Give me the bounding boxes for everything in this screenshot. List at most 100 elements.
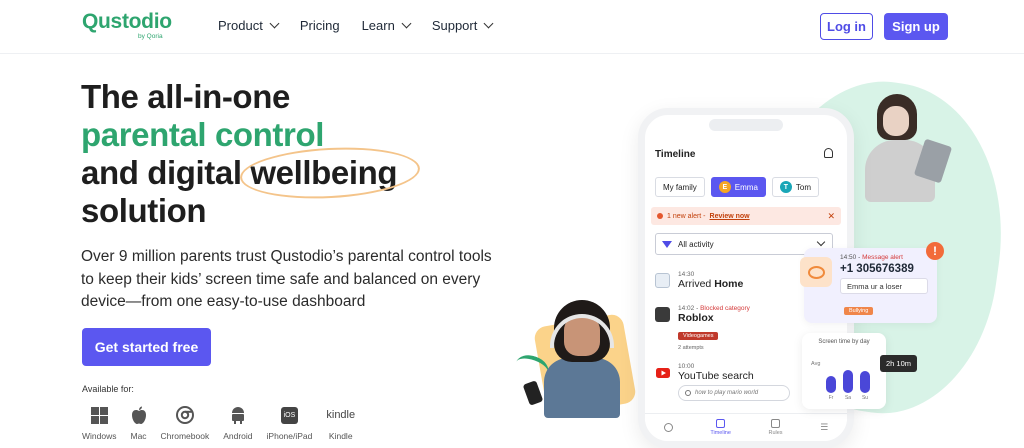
chip-label: Emma — [734, 182, 758, 192]
nav-item-label: Product — [218, 18, 263, 33]
tab-label: Rules — [768, 430, 783, 436]
avatar: E — [718, 181, 731, 193]
timeline-event[interactable]: 10:00 YouTube search how to play mario w… — [655, 363, 790, 401]
message-time-value: 14:50 — [840, 254, 857, 261]
android-icon — [230, 404, 246, 426]
alert-text: 1 new alert - — [667, 212, 706, 220]
event-time: 14:02 - Blocked category — [678, 305, 750, 312]
search-icon — [685, 390, 691, 396]
wellbeing-highlight: wellbeing — [239, 143, 422, 203]
kindle-wordmark: kindle — [326, 409, 356, 421]
event-content: 14:30 Arrived Home — [678, 271, 743, 290]
chevron-down-icon — [816, 237, 826, 247]
event-name: Roblox — [678, 312, 750, 324]
chip-emma[interactable]: E Emma — [710, 177, 766, 197]
event-time-value: 14:02 — [678, 305, 695, 312]
nav-item-pricing[interactable]: Pricing — [300, 18, 340, 33]
platform-label: Chromebook — [160, 431, 210, 441]
platform-label: iPhone/iPad — [266, 431, 313, 441]
hero-headline: The all-in-one parental control and digi… — [81, 78, 422, 230]
tab-rules[interactable]: Rules — [769, 419, 783, 436]
platform-android[interactable]: Android — [223, 404, 253, 441]
screen-time-card: Screen time by day Avg Fr Sa Su — [802, 333, 886, 409]
qustodio-logo[interactable]: Qustodio by Qoria — [82, 10, 172, 40]
platform-kindle[interactable]: kindle Kindle — [326, 404, 355, 441]
platform-chromebook[interactable]: Chromebook — [160, 404, 210, 441]
new-alert-bar[interactable]: 1 new alert - Review now ✕ — [651, 207, 841, 225]
logo-text: Qustodio — [82, 10, 172, 33]
chip-my-family[interactable]: My family — [655, 177, 705, 197]
chevron-down-icon — [269, 18, 280, 29]
screen-time-avg-label: Avg — [811, 361, 821, 367]
review-now-link[interactable]: Review now — [710, 213, 750, 220]
event-name-strong: Home — [714, 278, 744, 290]
tab-timeline[interactable]: Timeline — [710, 419, 731, 436]
windows-icon — [90, 404, 108, 426]
signup-button[interactable]: Sign up — [884, 13, 948, 40]
screen-time-tooltip: 2h 10m — [880, 355, 917, 372]
event-name: YouTube search — [678, 370, 754, 382]
message-sender-number: +1 305676389 — [840, 263, 914, 275]
platform-label: Kindle — [328, 431, 353, 441]
roblox-icon — [655, 307, 670, 322]
platform-list: Windows Mac Chromebook Android iOS iPhon… — [82, 404, 369, 441]
alert-dot-icon — [657, 213, 663, 219]
phone-tab-bar: Timeline Rules ☰ — [645, 413, 847, 441]
search-query: how to play mario world — [695, 390, 759, 396]
tab-menu[interactable]: ☰ — [820, 422, 828, 433]
chevron-down-icon — [483, 18, 494, 29]
event-name-prefix: Arrived — [678, 278, 715, 290]
chip-tom[interactable]: T Tom — [771, 177, 820, 197]
rules-icon — [771, 419, 781, 428]
chrome-icon — [175, 404, 194, 426]
platform-label: Windows — [82, 431, 117, 441]
chat-bubble-icon — [807, 265, 825, 279]
event-content: 10:00 YouTube search how to play mario w… — [678, 363, 790, 401]
tab-home[interactable] — [663, 423, 673, 432]
headline-line-3a: and digital — [81, 154, 251, 191]
login-button[interactable]: Log in — [820, 13, 873, 40]
menu-icon: ☰ — [820, 422, 829, 432]
category-tag: Videogames — [678, 332, 719, 340]
home-icon — [663, 423, 673, 432]
chip-label: My family — [663, 182, 697, 192]
timeline-event[interactable]: 14:02 - Blocked category Roblox Videogam… — [655, 305, 750, 351]
nav-item-label: Learn — [361, 18, 395, 33]
timeline-event[interactable]: 14:30 Arrived Home — [655, 271, 743, 290]
nav-item-learn[interactable]: Learn — [361, 18, 412, 33]
close-icon[interactable]: ✕ — [827, 211, 835, 222]
available-for-label: Available for: — [82, 384, 134, 394]
girl-with-headphones-photo — [522, 300, 636, 418]
ios-icon: iOS — [280, 404, 298, 426]
tab-label: Timeline — [710, 430, 731, 436]
avatar: T — [779, 181, 792, 193]
message-alert-type: Message alert — [862, 254, 903, 261]
nav-menu: Product Pricing Learn Support — [218, 18, 494, 33]
chip-label: Tom — [795, 182, 812, 192]
screen-time-bar — [843, 370, 853, 393]
event-name-strong: Roblox — [678, 312, 714, 324]
phone-screen-title: Timeline — [655, 149, 696, 160]
event-time: 10:00 — [678, 363, 695, 370]
photo-body — [544, 358, 620, 418]
ios-badge: iOS — [280, 406, 298, 424]
phone-notch — [709, 119, 783, 131]
event-name: Arrived Home — [678, 278, 743, 290]
nav-item-support[interactable]: Support — [432, 18, 494, 33]
smartphone-icon — [522, 380, 544, 406]
bell-icon[interactable] — [824, 148, 833, 158]
platform-mac[interactable]: Mac — [130, 404, 147, 441]
headline-line-1: The all-in-one — [81, 78, 290, 115]
screen-time-bar — [826, 376, 836, 393]
event-attempts: 2 attempts — [678, 345, 704, 351]
platform-windows[interactable]: Windows — [82, 404, 116, 441]
nav-item-product[interactable]: Product — [218, 18, 280, 33]
woman-with-tablet-photo — [855, 92, 955, 204]
timeline-icon — [716, 419, 726, 428]
event-time: 14:30 — [678, 271, 695, 278]
event-content: 14:02 - Blocked category Roblox Videogam… — [678, 305, 750, 351]
get-started-button[interactable]: Get started free — [82, 328, 211, 366]
hero-subtext: Over 9 million parents trust Qustodio’s … — [81, 248, 492, 310]
location-icon — [655, 273, 670, 288]
platform-ios[interactable]: iOS iPhone/iPad — [266, 404, 313, 441]
